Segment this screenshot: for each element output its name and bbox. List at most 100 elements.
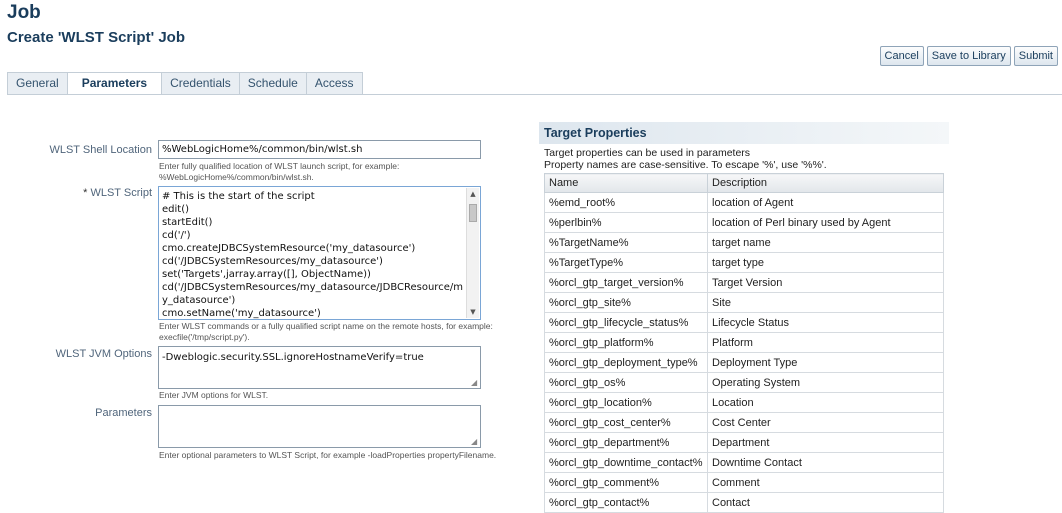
tab-bar: General Parameters Credentials Schedule … [7, 72, 363, 95]
table-row[interactable]: %orcl_gtp_deployment_type% Deployment Typ… [544, 352, 944, 373]
jvm-options-hint: Enter JVM options for WLST. [159, 390, 269, 400]
property-description: location of Agent [707, 192, 944, 213]
tab-general[interactable]: General [7, 72, 68, 95]
required-indicator: * [83, 187, 88, 199]
script-line: cmo.setName('my_datasource') [162, 308, 321, 319]
tab-access[interactable]: Access [306, 72, 363, 95]
property-name: %orcl_gtp_deployment_type% [544, 352, 708, 373]
table-row[interactable]: %perlbin% location of Perl binary used by… [544, 212, 944, 233]
property-name: %orcl_gtp_site% [544, 292, 708, 313]
wlst-script-hint: Enter WLST commands or a fully qualified… [159, 321, 493, 343]
resize-grip-icon[interactable]: ◢ [471, 379, 479, 387]
table-row[interactable]: %orcl_gtp_contact% Contact [544, 492, 944, 513]
table-row[interactable]: %emd_root% location of Agent [544, 192, 944, 213]
property-description: Platform [707, 332, 944, 353]
property-description: location of Perl binary used by Agent [707, 212, 944, 233]
property-description: Lifecycle Status [707, 312, 944, 333]
target-properties-title: Target Properties [539, 122, 949, 144]
shell-hint-line-2: %WebLogicHome%/common/bin/wlst.sh. [159, 172, 314, 182]
property-name: %TargetName% [544, 232, 708, 253]
table-row[interactable]: %orcl_gtp_department% Department [544, 432, 944, 453]
script-line: cmo.createJDBCSystemResource('my_datasou… [162, 243, 416, 254]
property-description: Comment [707, 472, 944, 493]
table-row[interactable]: %TargetType% target type [544, 252, 944, 273]
property-description: Target Version [707, 272, 944, 293]
property-description: Operating System [707, 372, 944, 393]
property-name: %orcl_gtp_department% [544, 432, 708, 453]
scroll-up-icon[interactable]: ▲ [467, 188, 479, 200]
cancel-button[interactable]: Cancel [879, 46, 924, 66]
property-description: Downtime Contact [707, 452, 944, 473]
shell-location-label: WLST Shell Location [49, 144, 152, 156]
property-name: %orcl_gtp_os% [544, 372, 708, 393]
script-hint-line-2: execfile('/tmp/script.py'). [159, 332, 250, 342]
table-row[interactable]: %TargetName% target name [544, 232, 944, 253]
jvm-options-value: -Dweblogic.security.SSL.ignoreHostnameVe… [162, 352, 424, 363]
script-line: cd('/') [162, 230, 191, 241]
tp-desc-line-2: Property names are case-sensitive. To es… [544, 159, 827, 171]
target-properties-table: Name Description %emd_root% location of A… [544, 173, 944, 513]
table-row[interactable]: %orcl_gtp_os% Operating System [544, 372, 944, 393]
page-subtitle: Create 'WLST Script' Job [7, 29, 185, 46]
jvm-options-label: WLST JVM Options [55, 348, 152, 360]
tp-desc-line-1: Target properties can be used in paramet… [544, 147, 751, 159]
property-name: %orcl_gtp_contact% [544, 492, 708, 513]
property-name: %orcl_gtp_target_version% [544, 272, 708, 293]
property-description: Deployment Type [707, 352, 944, 373]
script-line: # This is the start of the script [162, 191, 315, 202]
property-description: Contact [707, 492, 944, 513]
script-line: cd('/JDBCSystemResources/my_datasource') [162, 256, 383, 267]
table-row[interactable]: %orcl_gtp_site% Site [544, 292, 944, 313]
save-to-library-button[interactable]: Save to Library [926, 46, 1011, 66]
script-scrollbar[interactable]: ▲ ▼ [466, 188, 479, 318]
target-properties-description: Target properties can be used in paramet… [539, 147, 949, 171]
parameters-textarea[interactable]: ◢ [158, 405, 481, 448]
property-name: %orcl_gtp_cost_center% [544, 412, 708, 433]
column-header-name[interactable]: Name [544, 173, 708, 193]
wlst-script-textarea[interactable]: # This is the start of the script edit()… [158, 186, 481, 320]
column-header-description[interactable]: Description [707, 173, 944, 193]
shell-hint-line-1: Enter fully qualified location of WLST l… [159, 161, 400, 171]
script-content: # This is the start of the script edit()… [162, 190, 463, 319]
shell-location-hint: Enter fully qualified location of WLST l… [159, 161, 399, 183]
property-description: Cost Center [707, 412, 944, 433]
tab-credentials[interactable]: Credentials [162, 72, 240, 95]
tab-divider [7, 94, 1062, 95]
table-row[interactable]: %orcl_gtp_location% Location [544, 392, 944, 413]
script-line: startEdit() [162, 217, 213, 228]
script-line: edit() [162, 204, 190, 215]
property-name: %orcl_gtp_lifecycle_status% [544, 312, 708, 333]
property-name: %orcl_gtp_platform% [544, 332, 708, 353]
property-name: %perlbin% [544, 212, 708, 233]
table-row[interactable]: %orcl_gtp_cost_center% Cost Center [544, 412, 944, 433]
table-row[interactable]: %orcl_gtp_target_version% Target Version [544, 272, 944, 293]
parameters-label: Parameters [95, 407, 152, 419]
submit-button[interactable]: Submit [1013, 46, 1058, 66]
scroll-down-icon[interactable]: ▼ [467, 306, 479, 318]
property-name: %orcl_gtp_downtime_contact% [544, 452, 708, 473]
property-name: %TargetType% [544, 252, 708, 273]
property-description: Site [707, 292, 944, 313]
property-name: %orcl_gtp_location% [544, 392, 708, 413]
script-line: set('Targets',jarray.array([], ObjectNam… [162, 269, 371, 280]
table-header-row: Name Description [544, 173, 944, 193]
table-row[interactable]: %orcl_gtp_downtime_contact% Downtime Cont… [544, 452, 944, 473]
action-bar: Cancel Save to Library Submit [879, 46, 1058, 66]
shell-location-input[interactable] [158, 140, 481, 159]
property-description: target name [707, 232, 944, 253]
parameters-hint: Enter optional parameters to WLST Script… [159, 450, 497, 460]
tab-schedule[interactable]: Schedule [239, 72, 307, 95]
property-description: Location [707, 392, 944, 413]
scroll-thumb[interactable] [469, 204, 477, 222]
script-hint-line-1: Enter WLST commands or a fully qualified… [159, 321, 493, 331]
property-description: target type [707, 252, 944, 273]
target-properties-panel: Target Properties Target properties can … [539, 122, 949, 513]
table-row[interactable]: %orcl_gtp_platform% Platform [544, 332, 944, 353]
tab-parameters[interactable]: Parameters [67, 72, 163, 95]
wlst-script-label: * WLST Script [6, 187, 152, 199]
property-description: Department [707, 432, 944, 453]
table-row[interactable]: %orcl_gtp_comment% Comment [544, 472, 944, 493]
resize-grip-icon[interactable]: ◢ [471, 438, 479, 446]
jvm-options-textarea[interactable]: -Dweblogic.security.SSL.ignoreHostnameVe… [158, 346, 481, 389]
table-row[interactable]: %orcl_gtp_lifecycle_status% Lifecycle Sta… [544, 312, 944, 333]
